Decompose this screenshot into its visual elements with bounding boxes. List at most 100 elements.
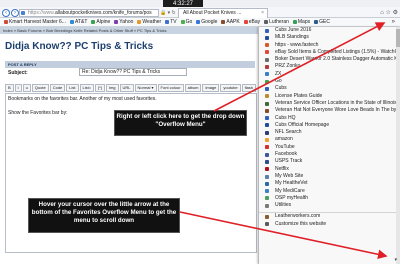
menu-item-icon <box>265 215 269 220</box>
menu-item[interactable]: Cubs Official Homepage <box>259 122 400 129</box>
toolbar-button[interactable]: Code <box>49 84 66 92</box>
favorite-link[interactable]: Yahoo <box>114 18 133 26</box>
favorites-star-icon[interactable]: ☆ <box>386 10 391 16</box>
favorite-icon <box>292 19 297 24</box>
menu-item-icon <box>265 189 269 194</box>
toolbar-button[interactable]: Quote <box>31 84 49 92</box>
menu-item[interactable]: Facebook <box>259 151 400 158</box>
favorite-link[interactable]: GEC <box>314 18 330 26</box>
menu-item[interactable]: Veteran Hat Not Everyone Wore Love Beads… <box>259 107 400 114</box>
toolbar-button[interactable]: flash <box>241 84 257 92</box>
favorite-link[interactable]: Weather <box>137 18 161 26</box>
menu-item-icon <box>265 138 269 143</box>
menu-item-label: https - www.fastech <box>275 41 319 48</box>
menu-item[interactable]: Go <box>259 78 400 85</box>
menu-item-label: Facebook <box>275 151 297 158</box>
favorite-icon <box>137 19 142 24</box>
address-bar: ‹ › https://www.allaboutpocketknives.com… <box>0 7 400 18</box>
browser-tab[interactable]: All About Pocket Knives ... × <box>178 8 268 18</box>
favorite-link[interactable]: eBay <box>243 18 261 26</box>
favorite-link[interactable]: Maps <box>292 18 310 26</box>
favorite-icon <box>314 19 319 24</box>
toolbar-button[interactable]: album <box>184 84 202 92</box>
menu-item[interactable]: Boker Desert Warrior 2.0 Stainless Dagge… <box>259 56 400 63</box>
menu-item[interactable]: amazon <box>259 136 400 143</box>
post-body-line: Bookmarks on the favorites bar. Another … <box>8 96 157 102</box>
menu-item[interactable]: Cubs June 2016 <box>259 27 400 34</box>
menu-item-label: OSP myHealth <box>275 194 308 201</box>
home-icon[interactable]: ⌂ <box>380 10 384 16</box>
menu-item-icon <box>265 101 269 106</box>
favorite-link[interactable]: Google <box>196 18 217 26</box>
menu-item[interactable]: OSP myHealth <box>259 195 400 202</box>
favorite-link[interactable]: TV <box>165 18 177 26</box>
toolbar-button[interactable]: B <box>5 84 14 92</box>
favorite-link[interactable]: Alpine <box>91 18 110 26</box>
callout-right-click: Right or left click here to get the drop… <box>114 110 247 136</box>
url-field[interactable]: https://www.allaboutpocketknives.com/kni… <box>19 9 159 17</box>
toolbar-button[interactable]: Normal ▾ <box>134 84 157 92</box>
toolbar-button[interactable]: URL <box>119 84 134 92</box>
menu-item[interactable]: Customize this website <box>259 221 400 228</box>
menu-item[interactable]: eBay Sold Items & Completed Listings (1.… <box>259 49 400 56</box>
toolbar-button[interactable]: List <box>66 84 79 92</box>
toolbar-button[interactable]: [*] <box>95 84 105 92</box>
menu-item-label: Boker Desert Warrior 2.0 Stainless Dagge… <box>275 56 400 63</box>
favorite-icon <box>264 19 269 24</box>
menu-item[interactable]: My Web Site <box>259 173 400 180</box>
favorite-link[interactable]: AAPK <box>221 18 240 26</box>
favorites-overflow-menu: Cubs June 2016 MLB Standings https - www.f… <box>258 27 400 264</box>
menu-scroll-down-arrow[interactable]: ▾ <box>394 257 397 263</box>
menu-item[interactable]: License Plates Guide <box>259 93 400 100</box>
favorite-label: GEC <box>319 19 330 25</box>
tab-close-icon[interactable]: × <box>261 9 264 18</box>
menu-item[interactable]: Netflix <box>259 166 400 173</box>
subject-input[interactable]: Re: Didja Know?? PC Tips & Tricks <box>79 68 187 76</box>
forward-icon[interactable]: › <box>11 9 19 17</box>
menu-item[interactable]: Utilities <box>259 202 400 209</box>
menu-item[interactable]: YouTube <box>259 144 400 151</box>
favorite-link[interactable]: AT&T <box>69 18 87 26</box>
menu-item-label: eBay Sold Items & Completed Listings (1.… <box>275 48 400 55</box>
menu-item-label: Customize this website <box>275 220 327 227</box>
favorite-icon <box>91 19 96 24</box>
menu-item[interactable]: MLB Standings <box>259 34 400 41</box>
menu-item[interactable]: Cubs <box>259 85 400 92</box>
toolbar-button[interactable]: u <box>22 84 31 92</box>
menu-item[interactable]: https - www.fastech <box>259 42 400 49</box>
toolbar-button[interactable]: image <box>202 84 220 92</box>
menu-item[interactable]: Veteran Service Officer Locations in the… <box>259 100 400 107</box>
menu-item[interactable]: NFL Search <box>259 129 400 136</box>
favorites-overflow-chevron[interactable]: » <box>392 18 395 26</box>
favorite-link[interactable]: Kmart Harvest Master 6... <box>4 18 66 26</box>
menu-item[interactable]: PRZ Zonko <box>259 63 400 70</box>
url-controls[interactable]: 🔒 ▾ ↻ <box>160 9 176 17</box>
menu-item[interactable]: My HealtheVet <box>259 180 400 187</box>
toolbar-button[interactable]: youtube <box>220 84 241 92</box>
menu-item[interactable]: USPS Track <box>259 158 400 165</box>
menu-item-icon <box>265 79 269 84</box>
toolbar-button[interactable]: i <box>14 84 22 92</box>
menu-item[interactable]: Leatherworkers.com <box>259 213 400 220</box>
favorite-link[interactable]: Go <box>180 18 193 26</box>
menu-item[interactable]: Cubs HQ <box>259 115 400 122</box>
favorites-bar: Kmart Harvest Master 6... AT&T Alpine Yahoo… <box>0 18 400 27</box>
menu-scroll-thumb[interactable] <box>396 29 400 47</box>
menu-item[interactable]: My MediCare <box>259 188 400 195</box>
favorite-label: Go <box>185 19 193 25</box>
menu-item-icon <box>265 108 269 113</box>
menu-item-label: Cubs HQ <box>275 114 296 121</box>
menu-scrollbar[interactable] <box>396 27 400 264</box>
toolbar-button[interactable]: Img <box>105 84 119 92</box>
menu-item-label: PRZ Zonko <box>275 63 301 70</box>
menu-item-icon <box>265 159 269 164</box>
gear-icon[interactable]: ⚙ <box>393 10 398 16</box>
back-icon[interactable]: ‹ <box>2 9 10 17</box>
favorite-label: eBay <box>248 19 261 25</box>
menu-item-label: amazon <box>275 136 293 143</box>
menu-item[interactable]: ZX <box>259 71 400 78</box>
toolbar-button[interactable]: Font colour <box>157 84 184 92</box>
toolbar-button[interactable]: List= <box>79 84 95 92</box>
favorite-link[interactable]: Lutheran <box>264 18 289 26</box>
favorite-icon <box>196 19 201 24</box>
